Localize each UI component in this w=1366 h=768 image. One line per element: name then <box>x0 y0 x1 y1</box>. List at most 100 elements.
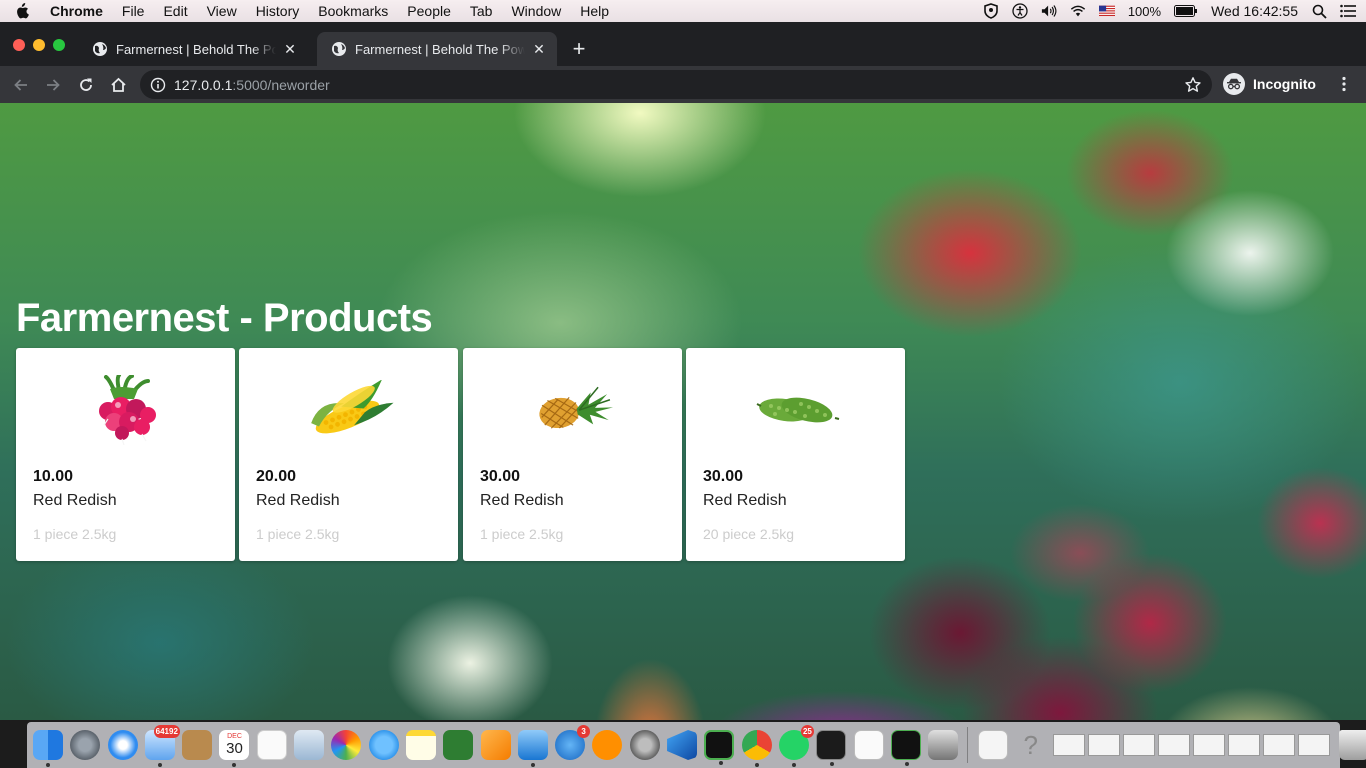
running-indicator <box>754 763 759 767</box>
minimized-window-thumbnail[interactable] <box>1228 734 1261 756</box>
tab-title: Farmernest | Behold The Power <box>355 41 525 57</box>
running-indicator <box>719 761 724 765</box>
menu-view[interactable]: View <box>207 3 237 19</box>
page-title: Farmernest - Products <box>16 296 433 340</box>
battery-icon[interactable] <box>1174 3 1198 19</box>
running-indicator <box>680 763 684 767</box>
pycharm-icon[interactable] <box>704 730 735 765</box>
textedit-icon[interactable] <box>853 730 884 760</box>
bookmark-star-icon[interactable] <box>1184 76 1202 94</box>
product-price: 30.00 <box>480 468 521 485</box>
chrome-icon[interactable] <box>741 730 772 767</box>
url-text[interactable]: 127.0.0.1:5000/neworder <box>174 77 330 93</box>
reminders-icon[interactable] <box>256 730 287 760</box>
messages-icon[interactable] <box>368 730 399 760</box>
menu-app-name[interactable]: Chrome <box>50 3 103 19</box>
trash-icon[interactable] <box>1339 730 1366 760</box>
new-tab-button[interactable]: + <box>566 36 592 62</box>
close-tab-icon[interactable]: ✕ <box>282 41 298 57</box>
photos-icon[interactable] <box>331 730 362 760</box>
bitter-gourd-image <box>686 360 905 460</box>
activity-monitor-icon[interactable] <box>890 730 921 766</box>
running-indicator <box>232 763 237 767</box>
notes-icon[interactable] <box>405 730 436 760</box>
menu-edit[interactable]: Edit <box>163 3 187 19</box>
minimized-window-thumbnail[interactable] <box>1263 734 1296 756</box>
us-flag-icon[interactable] <box>1098 3 1115 19</box>
back-button[interactable] <box>8 72 34 98</box>
minimized-window-thumbnail[interactable] <box>1158 734 1191 756</box>
facetime-icon[interactable] <box>443 730 474 760</box>
home-button[interactable] <box>105 72 131 98</box>
books-icon[interactable] <box>592 730 623 760</box>
close-window-button[interactable] <box>13 39 25 51</box>
accessibility-icon[interactable] <box>1012 3 1028 19</box>
product-card[interactable]: 30.00 Red Redish 20 piece 2.5kg <box>686 348 905 561</box>
incognito-icon <box>1223 73 1245 95</box>
app-store-icon[interactable]: 3 <box>555 725 591 760</box>
tab-farmernest-1[interactable]: Farmernest | Behold The Power ✕ <box>78 32 308 66</box>
product-card[interactable]: 20.00 Red Redish 1 piece 2.5kg <box>239 348 458 561</box>
keynote-icon[interactable] <box>517 730 548 767</box>
menu-bookmarks[interactable]: Bookmarks <box>318 3 388 19</box>
minimized-window-thumbnail[interactable] <box>1193 734 1226 756</box>
zoom-window-button[interactable] <box>53 39 65 51</box>
browser-toolbar: 127.0.0.1:5000/neworder Incognito <box>0 66 1366 103</box>
shield-icon[interactable] <box>983 3 999 19</box>
notification-center-icon[interactable] <box>1340 3 1356 19</box>
launchpad-icon[interactable] <box>70 730 101 760</box>
macos-menu-bar: Chrome File Edit View History Bookmarks … <box>0 0 1366 22</box>
url-path: :5000/neworder <box>232 76 330 93</box>
product-price: 10.00 <box>33 468 74 485</box>
tab-farmernest-2[interactable]: Farmernest | Behold The Power ✕ <box>317 32 557 66</box>
minimized-window-thumbnail[interactable] <box>1088 734 1121 756</box>
menu-history[interactable]: History <box>256 3 300 19</box>
product-name: Red Redish <box>703 492 787 509</box>
mail-icon[interactable]: 64192 <box>144 725 180 767</box>
menu-file[interactable]: File <box>122 3 145 19</box>
system-preferences-icon[interactable] <box>629 730 660 760</box>
battery-percent: 100% <box>1127 3 1162 19</box>
chrome-menu-icon[interactable] <box>1335 72 1353 96</box>
preview-icon[interactable] <box>294 730 325 760</box>
volume-icon[interactable] <box>1041 3 1057 19</box>
wifi-icon[interactable] <box>1070 3 1086 19</box>
vscode-icon[interactable] <box>667 730 698 760</box>
product-description: 1 piece 2.5kg <box>33 526 117 542</box>
close-tab-icon[interactable]: ✕ <box>531 41 547 57</box>
running-indicator <box>791 763 796 767</box>
menu-help[interactable]: Help <box>580 3 609 19</box>
contacts-icon[interactable] <box>182 730 213 760</box>
incognito-profile-button[interactable]: Incognito <box>1223 71 1316 97</box>
menu-window[interactable]: Window <box>511 3 561 19</box>
product-card[interactable]: 30.00 Red Redish 1 piece 2.5kg <box>463 348 682 561</box>
minimize-window-button[interactable] <box>33 39 45 51</box>
terminal-icon[interactable] <box>816 730 847 766</box>
minimized-window-thumbnail[interactable] <box>1298 734 1331 756</box>
image-capture-icon[interactable] <box>928 730 959 760</box>
clock[interactable]: Wed 16:42:55 <box>1211 3 1298 19</box>
apple-icon[interactable] <box>14 3 30 19</box>
spotlight-search-icon[interactable] <box>1311 3 1327 19</box>
incognito-label: Incognito <box>1253 76 1316 92</box>
menu-people[interactable]: People <box>407 3 451 19</box>
forward-button[interactable] <box>40 72 66 98</box>
whatsapp-icon[interactable]: 25 <box>778 725 814 767</box>
finder-icon[interactable] <box>33 730 63 767</box>
calendar-icon[interactable]: DEC 30 <box>219 730 250 767</box>
running-indicator <box>157 763 162 767</box>
address-bar[interactable]: 127.0.0.1:5000/neworder <box>140 70 1212 99</box>
site-info-icon[interactable] <box>150 77 166 93</box>
reload-button[interactable] <box>73 72 99 98</box>
documents-stack-icon[interactable] <box>978 730 1009 760</box>
help-question-icon[interactable]: ? <box>1016 730 1046 760</box>
pages-icon[interactable] <box>480 730 511 760</box>
minimized-window-thumbnail[interactable] <box>1123 734 1156 756</box>
safari-icon[interactable] <box>107 730 138 760</box>
menu-tab[interactable]: Tab <box>470 3 493 19</box>
corn-image <box>239 360 458 460</box>
product-card[interactable]: 10.00 Red Redish 1 piece 2.5kg <box>16 348 235 561</box>
minimized-window-thumbnail[interactable] <box>1053 734 1086 756</box>
whatsapp-badge: 25 <box>800 725 814 738</box>
product-description: 20 piece 2.5kg <box>703 526 795 542</box>
